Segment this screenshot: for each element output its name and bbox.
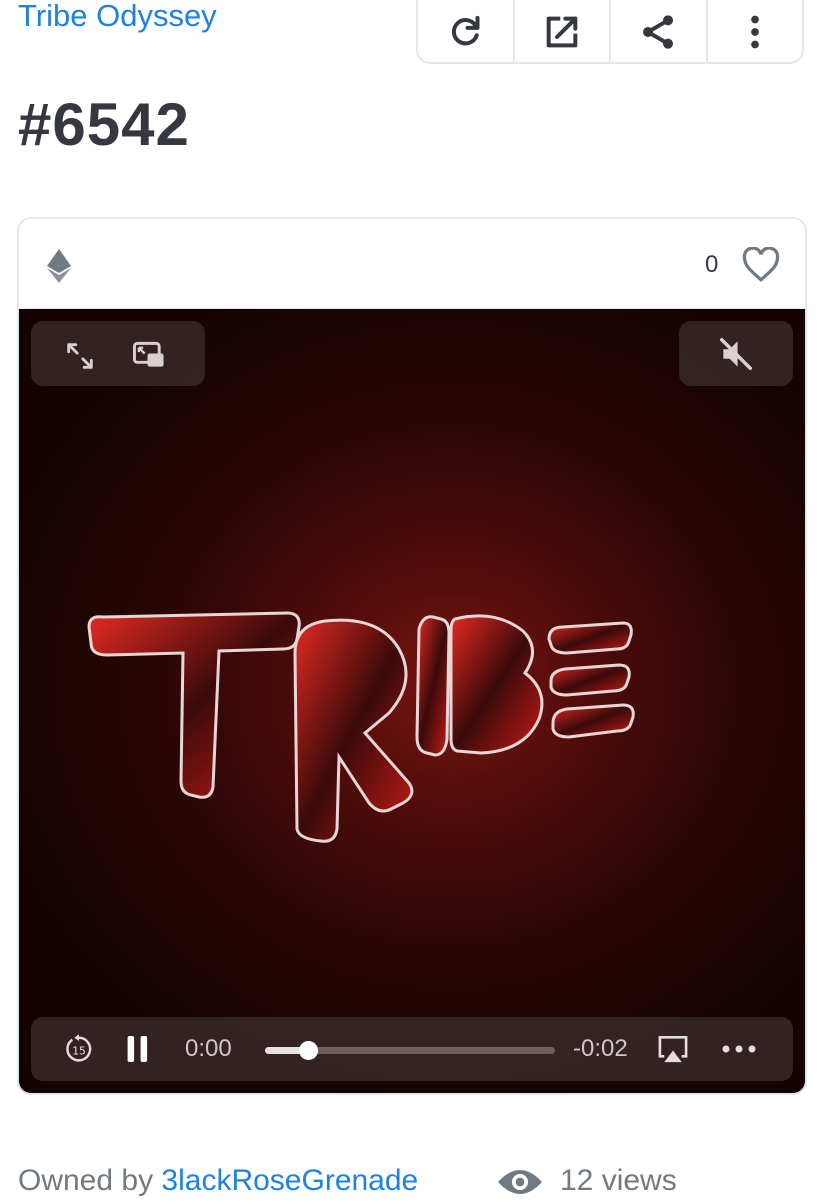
video-top-left-controls bbox=[31, 321, 205, 386]
heart-icon[interactable] bbox=[741, 247, 781, 283]
more-vertical-icon bbox=[750, 15, 759, 49]
pause-icon[interactable] bbox=[125, 1033, 151, 1065]
airplay-icon[interactable] bbox=[655, 1033, 691, 1065]
tribe-logo-artwork bbox=[87, 611, 635, 843]
current-time: 0:00 bbox=[185, 1035, 232, 1062]
seek-bar[interactable] bbox=[265, 1041, 555, 1060]
more-options-button[interactable] bbox=[705, 0, 803, 62]
video-top-right-controls bbox=[679, 321, 793, 386]
owner-info: Owned by 3lackRoseGrenade bbox=[18, 1164, 418, 1198]
video-player-controls: 15 0:00 -0:02 bbox=[31, 1017, 793, 1081]
views-label: 12 views bbox=[560, 1164, 677, 1197]
external-link-icon bbox=[546, 16, 578, 48]
owner-link[interactable]: 3lackRoseGrenade bbox=[161, 1164, 418, 1197]
external-link-button[interactable] bbox=[512, 0, 610, 62]
refresh-icon bbox=[452, 15, 480, 46]
skip-back-seconds: 15 bbox=[72, 1044, 86, 1057]
more-horizontal-icon[interactable] bbox=[721, 1043, 757, 1055]
seek-bar-thumb[interactable] bbox=[299, 1041, 318, 1060]
token-title: #6542 bbox=[18, 91, 190, 158]
item-toolbar bbox=[416, 0, 804, 64]
refresh-button[interactable] bbox=[418, 0, 513, 62]
card-header: 0 bbox=[19, 219, 805, 309]
skip-back-icon[interactable]: 15 bbox=[63, 1033, 95, 1065]
muted-speaker-icon[interactable] bbox=[717, 335, 755, 373]
nft-video[interactable]: 15 0:00 -0:02 bbox=[19, 309, 805, 1093]
item-footer: Owned by 3lackRoseGrenade 12 views bbox=[18, 1160, 818, 1204]
favorites-count: 0 bbox=[705, 251, 719, 278]
ethereum-icon bbox=[47, 249, 71, 283]
share-button[interactable] bbox=[609, 0, 706, 62]
media-card: 0 15 0:00 -0:02 bbox=[17, 217, 807, 1095]
fullscreen-icon[interactable] bbox=[63, 339, 97, 373]
collection-link[interactable]: Tribe Odyssey bbox=[18, 0, 217, 34]
owned-by-label: Owned by bbox=[18, 1164, 162, 1197]
remaining-time: -0:02 bbox=[573, 1035, 628, 1062]
share-icon bbox=[643, 15, 674, 49]
eye-icon bbox=[498, 1170, 542, 1194]
picture-in-picture-icon[interactable] bbox=[131, 339, 167, 371]
